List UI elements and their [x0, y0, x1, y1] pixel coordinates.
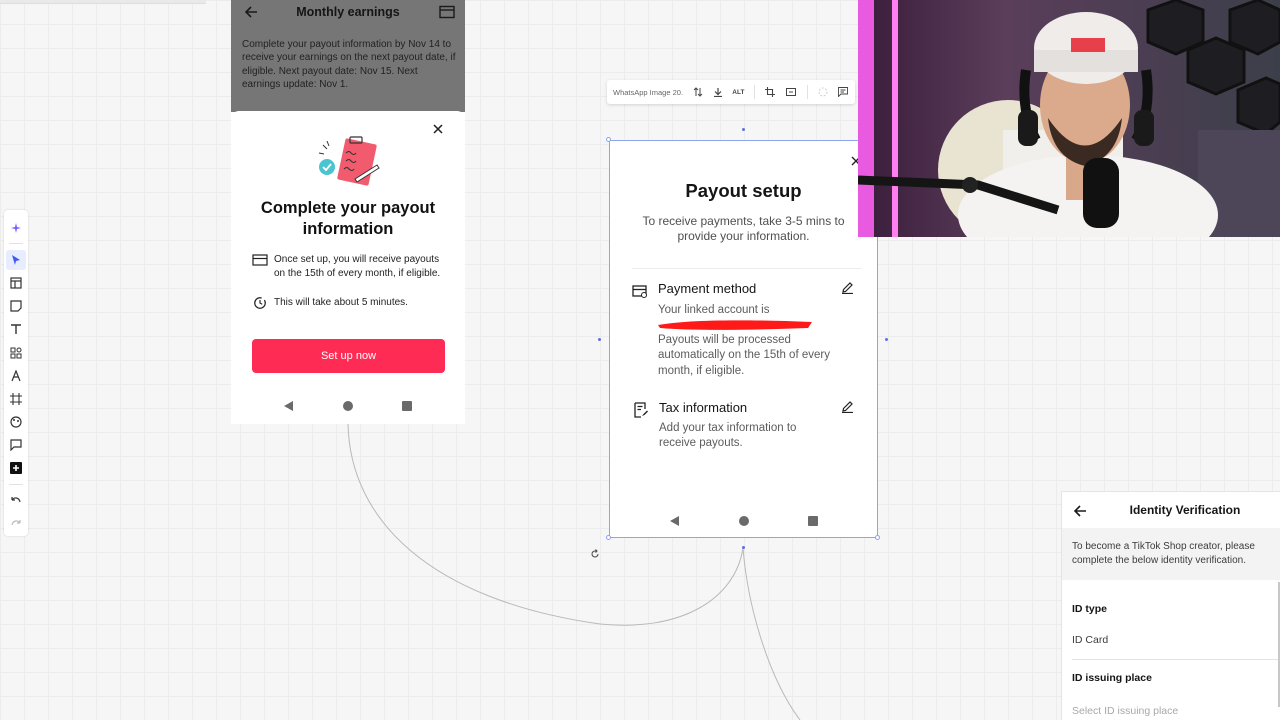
id-issuing-place-label: ID issuing place	[1072, 672, 1152, 684]
red-scribble-redaction	[658, 320, 812, 330]
connector-anchor-top[interactable]	[742, 128, 745, 131]
crop-icon[interactable]	[764, 86, 776, 98]
clock-icon	[254, 297, 266, 309]
sheet-row-schedule: Once set up, you will receive payouts on…	[252, 253, 452, 280]
id-issuing-place-select[interactable]: Select ID issuing place	[1072, 705, 1178, 717]
sheet-row-duration: This will take about 5 minutes.	[252, 296, 452, 310]
pen-tool-icon[interactable]	[6, 366, 26, 386]
clipboard-illustration-icon	[318, 136, 380, 186]
nav-back-icon[interactable]	[284, 401, 293, 411]
connector-anchor-left[interactable]	[598, 338, 601, 341]
monthly-earnings-screenshot[interactable]: Monthly earnings Complete your payout in…	[231, 0, 465, 424]
swap-icon[interactable]	[692, 86, 704, 98]
comment-tool-icon[interactable]	[6, 435, 26, 455]
earnings-title: Monthly earnings	[296, 5, 400, 19]
nav-recents-icon[interactable]	[402, 401, 412, 411]
payout-setup-subtitle: To receive payments, take 3-5 mins to pr…	[642, 214, 845, 243]
identity-verification-title: Identity Verification	[1129, 503, 1241, 517]
payout-bottom-sheet: Complete your payout information Once se…	[231, 111, 465, 424]
rotate-icon[interactable]	[590, 549, 600, 559]
android-nav-bar	[670, 516, 818, 526]
top-bar-fragment	[0, 0, 206, 4]
edit-pencil-icon[interactable]	[841, 400, 854, 413]
toolbar-divider	[754, 85, 756, 99]
close-icon[interactable]	[431, 122, 445, 136]
loading-spinner-icon	[817, 86, 829, 98]
add-tool-icon[interactable]	[6, 458, 26, 478]
download-icon[interactable]	[713, 86, 725, 98]
card-icon	[252, 254, 268, 266]
identity-info-banner: To become a TikTok Shop creator, please …	[1062, 528, 1280, 580]
tax-information-title: Tax information	[659, 400, 748, 415]
toolbar-divider	[806, 85, 808, 99]
id-type-select[interactable]: ID Card	[1072, 634, 1108, 646]
identity-verification-screenshot[interactable]: Identity Verification To become a TikTok…	[1061, 491, 1280, 720]
image-file-name: WhatsApp Image 20...	[613, 87, 683, 97]
edit-pencil-icon[interactable]	[841, 281, 854, 294]
palette-tool-icon[interactable]	[6, 412, 26, 432]
tax-information-text: Add your tax information to receive payo…	[659, 422, 797, 450]
payout-setup-title: Payout setup	[685, 180, 802, 201]
resize-handle-bottom-left[interactable]	[606, 535, 611, 540]
nav-recents-icon[interactable]	[808, 516, 818, 526]
id-type-label: ID type	[1072, 603, 1108, 615]
payout-setup-screenshot[interactable]: Payout setup To receive payments, take 3…	[609, 140, 878, 538]
set-up-now-button[interactable]: Set up now	[252, 339, 445, 373]
android-nav-bar	[284, 401, 412, 411]
sheet-row-text: This will take about 5 minutes.	[274, 297, 408, 308]
ai-sparkle-tool-icon[interactable]	[6, 218, 26, 238]
payout-schedule-text: Payouts will be processed automatically …	[658, 334, 830, 377]
redo-icon[interactable]	[6, 514, 26, 534]
sheet-title: Complete your payout information	[260, 199, 436, 238]
select-tool-icon[interactable]	[6, 249, 26, 270]
sticky-note-tool-icon[interactable]	[6, 296, 26, 316]
toolbar-divider	[9, 243, 23, 245]
template-tool-icon[interactable]	[6, 273, 26, 293]
fit-icon[interactable]	[785, 86, 797, 98]
wallet-icon	[439, 5, 455, 19]
nav-home-icon[interactable]	[342, 401, 353, 411]
toolbar-divider	[9, 484, 23, 486]
text-tool-icon[interactable]	[6, 319, 26, 339]
payment-method-title: Payment method	[658, 281, 757, 296]
nav-home-icon[interactable]	[738, 516, 749, 526]
comment-icon[interactable]	[837, 86, 849, 98]
streamer-video-frame	[858, 0, 1280, 237]
canvas-toolbar	[4, 210, 28, 536]
webcam-feed	[858, 0, 1280, 237]
resize-handle-top-left[interactable]	[606, 137, 611, 142]
connector-anchor-bottom[interactable]	[742, 546, 745, 549]
payout-notice: Complete your payout information by Nov …	[242, 39, 456, 91]
nav-back-icon[interactable]	[670, 516, 679, 526]
alt-text-button[interactable]: ALT	[732, 89, 744, 96]
sheet-row-text: Once set up, you will receive payouts on…	[274, 254, 441, 279]
undo-icon[interactable]	[6, 491, 26, 511]
field-divider	[1072, 659, 1280, 660]
connector-anchor-right[interactable]	[885, 338, 888, 341]
frame-tool-icon[interactable]	[6, 389, 26, 409]
image-toolbar: WhatsApp Image 20... ALT	[607, 80, 855, 104]
tax-document-icon	[634, 402, 648, 418]
section-divider	[632, 268, 862, 269]
resize-handle-bottom-right[interactable]	[875, 535, 880, 540]
payment-card-icon	[632, 285, 647, 298]
shapes-tool-icon[interactable]	[6, 343, 26, 363]
